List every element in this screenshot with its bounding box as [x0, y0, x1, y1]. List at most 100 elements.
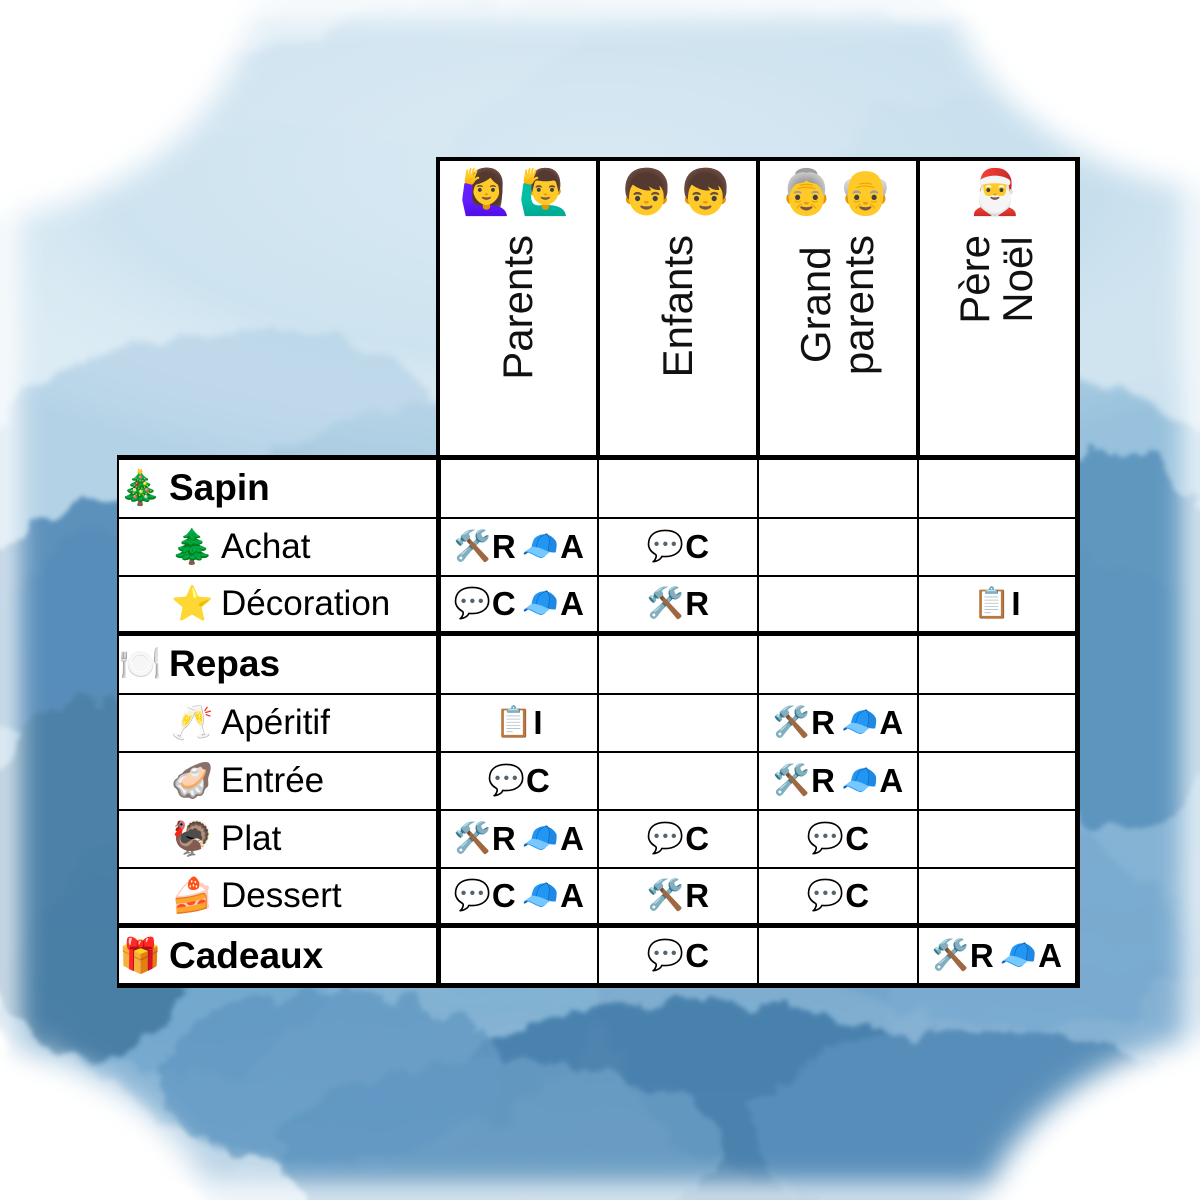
cell-sapin-enfants[interactable]: [597, 455, 759, 519]
row-label-aperitif[interactable]: 🥂 Apéritif: [117, 692, 439, 753]
cell-cadeaux-parents[interactable]: [435, 923, 599, 988]
raci-table: 🙋‍♀️🙋‍♂️ Parents 👦👦 Enfants 👵👴 Grand par…: [117, 157, 1080, 988]
row-label-text: Cadeaux: [169, 934, 324, 976]
decoration-icon: ⭐: [171, 584, 214, 623]
raci-badge-group: [599, 636, 757, 693]
cell-entree-grandparents[interactable]: 🛠️ R 🧢 A: [757, 750, 919, 811]
cell-aperitif-grandparents[interactable]: 🛠️ R 🧢 A: [757, 692, 919, 753]
cell-aperitif-parents[interactable]: 📋 I: [435, 692, 599, 753]
row-label-sapin[interactable]: 🎄 Sapin: [117, 455, 439, 519]
row-label-achat[interactable]: 🌲 Achat: [117, 516, 439, 577]
row-label-text: Dessert: [221, 875, 342, 915]
cell-cadeaux-enfants[interactable]: 💬 C: [597, 923, 759, 988]
cell-repas-parents[interactable]: [435, 631, 599, 695]
cell-aperitif-enfants[interactable]: [597, 692, 759, 753]
row-label-plat[interactable]: 🦃 Plat: [117, 808, 439, 869]
row-label-dessert[interactable]: 🍰 Dessert: [117, 866, 439, 927]
cell-achat-grandparents[interactable]: [757, 516, 919, 577]
accountable-icon: 🧢: [521, 529, 560, 563]
column-header-enfants[interactable]: 👦👦 Enfants: [596, 157, 760, 460]
column-header-label-enfants: Enfants: [653, 235, 701, 378]
cell-repas-enfants[interactable]: [597, 631, 759, 695]
row-label-repas[interactable]: 🍽️ Repas: [117, 631, 439, 695]
raci-badge-R: 🛠️ R: [773, 704, 835, 742]
raci-badge-A: 🧢 A: [522, 877, 584, 915]
row-label-entree[interactable]: 🦪 Entrée: [117, 750, 439, 811]
raci-letter-R: R: [685, 584, 710, 622]
raci-letter-R: R: [685, 876, 710, 914]
cell-dessert-grandparents[interactable]: 💬 C: [757, 866, 919, 927]
cell-entree-perenoel[interactable]: [917, 750, 1080, 811]
raci-badge-group: [441, 928, 598, 983]
cell-achat-enfants[interactable]: 💬 C: [597, 516, 759, 577]
repas-icon: 🍽️: [119, 645, 162, 684]
raci-badge-A: 🧢 A: [841, 762, 903, 800]
raci-badge-R: 🛠️ R: [773, 762, 835, 800]
row-label-cadeaux[interactable]: 🎁 Cadeaux: [117, 923, 439, 988]
accountable-icon: 🧢: [521, 878, 560, 912]
raci-badge-C: 💬 C: [488, 762, 550, 800]
raci-badge-group: [599, 695, 757, 751]
cell-plat-grandparents[interactable]: 💬 C: [757, 808, 919, 869]
raci-badge-group: 🛠️ R 🧢 A: [759, 695, 917, 751]
cell-decoration-enfants[interactable]: 🛠️ R: [597, 574, 759, 635]
raci-letter-R: R: [811, 703, 835, 741]
row-label-decoration[interactable]: ⭐ Décoration: [117, 574, 439, 635]
raci-badge-group: [919, 460, 1075, 517]
cell-achat-perenoel[interactable]: [917, 516, 1080, 577]
cell-repas-perenoel[interactable]: [917, 631, 1080, 695]
table-row: 🍰 Dessert 💬 C 🧢 A 🛠️ R 💬 C: [117, 866, 1080, 927]
cell-dessert-enfants[interactable]: 🛠️ R: [597, 866, 759, 927]
raci-badge-A: 🧢 A: [522, 585, 584, 623]
raci-badge-group: [919, 695, 1075, 751]
raci-letter-A: A: [560, 584, 584, 622]
cell-decoration-parents[interactable]: 💬 C 🧢 A: [435, 574, 599, 635]
cell-dessert-parents[interactable]: 💬 C 🧢 A: [435, 866, 599, 927]
raci-badge-group: 💬 C: [441, 753, 598, 809]
cell-plat-parents[interactable]: 🛠️ R 🧢 A: [435, 808, 599, 869]
cell-sapin-perenoel[interactable]: [917, 455, 1080, 519]
column-header-label-perenoel: Père Noël: [951, 235, 1042, 324]
table-row: 🦃 Plat 🛠️ R 🧢 A 💬 C 💬 C: [117, 808, 1080, 869]
column-header-parents[interactable]: 🙋‍♀️🙋‍♂️ Parents: [436, 157, 600, 460]
raci-badge-group: 📋 I: [441, 695, 598, 751]
raci-matrix-container: 🙋‍♀️🙋‍♂️ Parents 👦👦 Enfants 👵👴 Grand par…: [117, 157, 1080, 988]
cell-achat-parents[interactable]: 🛠️ R 🧢 A: [435, 516, 599, 577]
responsible-icon: 🛠️: [453, 529, 491, 563]
cell-sapin-parents[interactable]: [435, 455, 599, 519]
cell-repas-grandparents[interactable]: [757, 631, 919, 695]
column-header-perenoel[interactable]: 🎅 Père Noël: [916, 157, 1080, 460]
informed-icon: 📋: [972, 586, 1011, 620]
cell-cadeaux-perenoel[interactable]: 🛠️ R 🧢 A: [917, 923, 1080, 988]
cell-sapin-grandparents[interactable]: [757, 455, 919, 519]
cell-entree-enfants[interactable]: [597, 750, 759, 811]
cell-plat-perenoel[interactable]: [917, 808, 1080, 869]
raci-badge-C: 💬 C: [454, 877, 516, 915]
cell-decoration-perenoel[interactable]: 📋 I: [917, 574, 1080, 635]
column-header-grandparents[interactable]: 👵👴 Grand parents: [756, 157, 920, 460]
raci-badge-group: 💬 C 🧢 A: [441, 577, 598, 632]
raci-badge-C: 💬 C: [647, 528, 709, 566]
raci-badge-group: 🛠️ R 🧢 A: [759, 753, 917, 809]
raci-letter-A: A: [879, 703, 904, 741]
responsible-icon: 🛠️: [772, 763, 811, 797]
cell-cadeaux-grandparents[interactable]: [757, 923, 919, 988]
table-row: 🌲 Achat 🛠️ R 🧢 A 💬 C: [117, 516, 1080, 577]
raci-letter-I: I: [1011, 584, 1021, 622]
cell-dessert-perenoel[interactable]: [917, 866, 1080, 927]
consulted-icon: 💬: [646, 529, 685, 563]
responsible-icon: 🛠️: [453, 821, 491, 855]
cell-entree-parents[interactable]: 💬 C: [435, 750, 599, 811]
cell-decoration-grandparents[interactable]: [757, 574, 919, 635]
raci-badge-R: 🛠️ R: [647, 877, 709, 915]
raci-badge-A: 🧢 A: [522, 820, 584, 858]
row-label-text: Plat: [221, 818, 282, 858]
cadeaux-icon: 🎁: [119, 936, 162, 975]
accountable-icon: 🧢: [521, 821, 560, 855]
raci-badge-group: [759, 519, 917, 575]
raci-letter-A: A: [1038, 936, 1062, 974]
table-section-row: 🍽️ Repas: [117, 631, 1080, 695]
cell-plat-enfants[interactable]: 💬 C: [597, 808, 759, 869]
cell-aperitif-perenoel[interactable]: [917, 692, 1080, 753]
raci-letter-C: C: [526, 761, 550, 799]
